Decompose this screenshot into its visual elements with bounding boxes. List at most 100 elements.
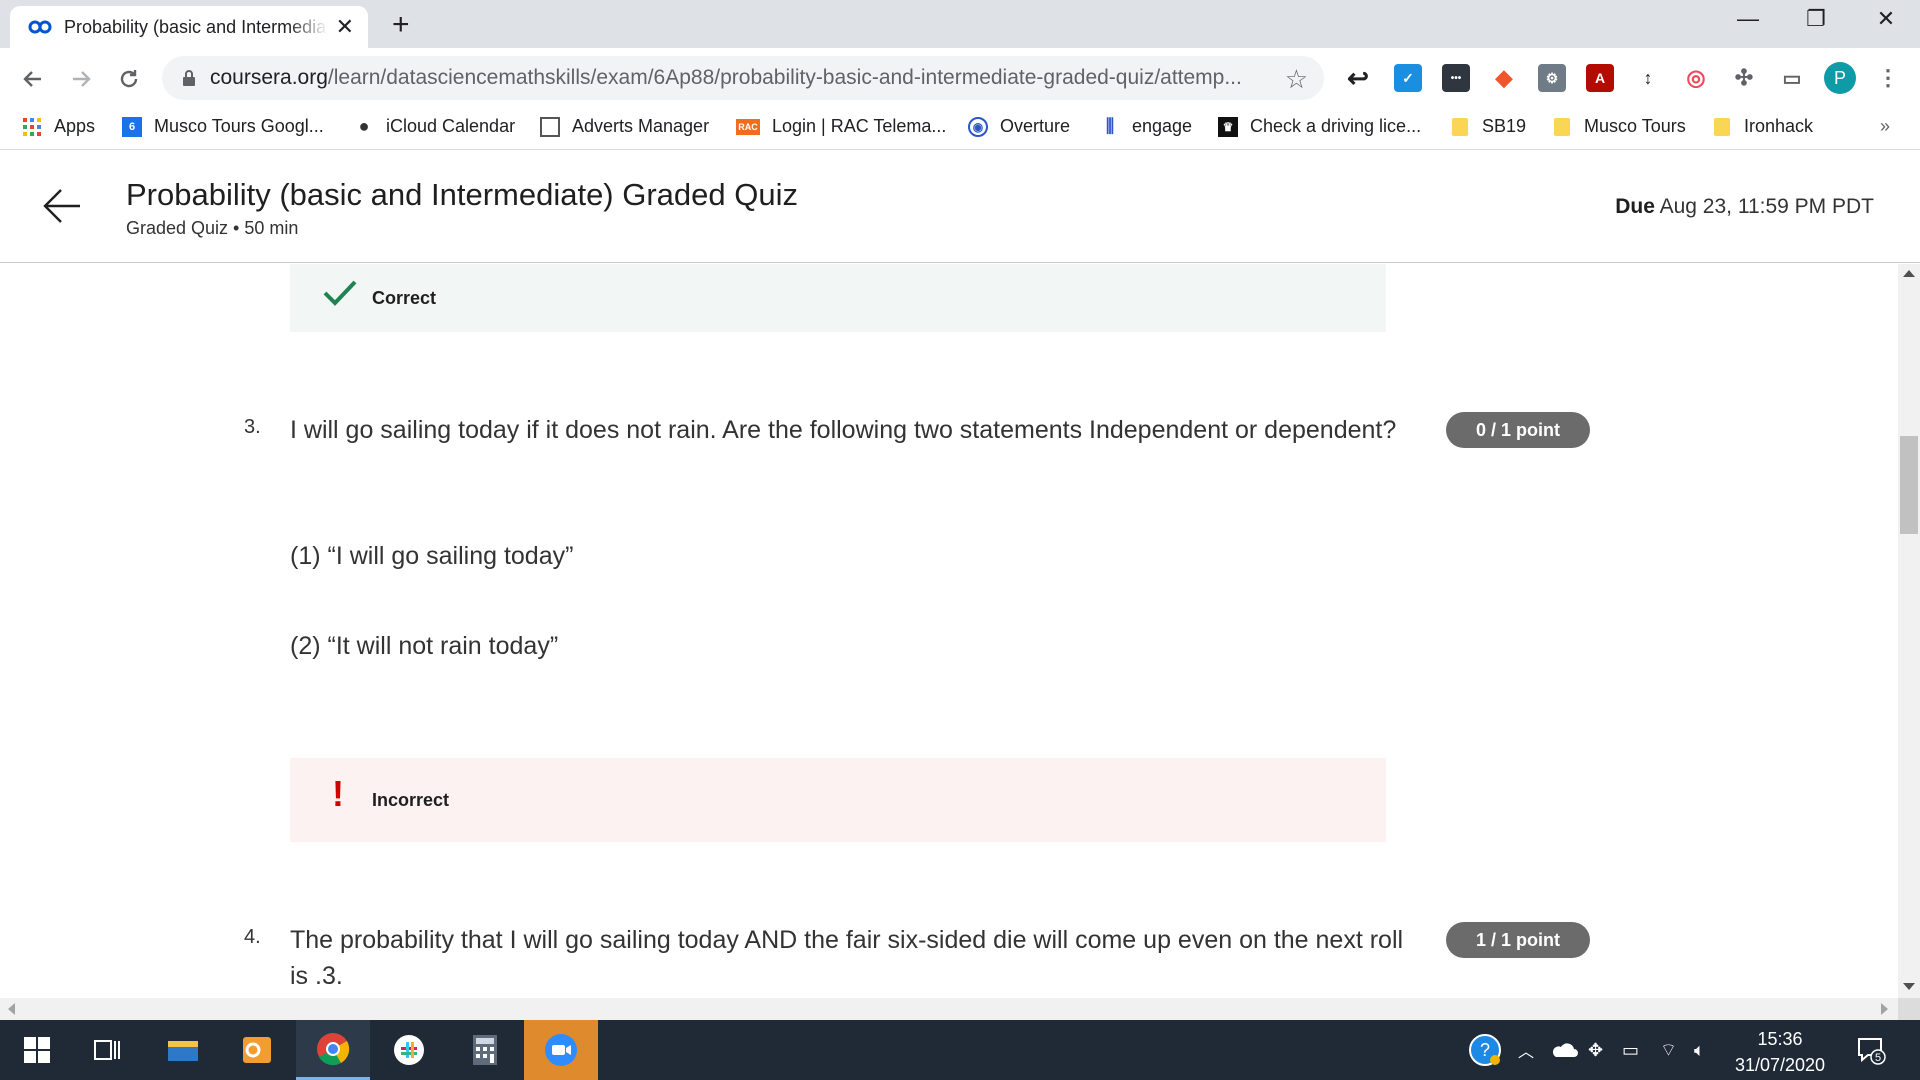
statement-2: (2) “It will not rain today” [290,632,559,660]
due-date: Due Aug 23, 11:59 PM PDT [1615,195,1874,218]
svg-text:?: ? [1480,1040,1490,1060]
wifi-icon[interactable]: ⌔ [1660,1020,1677,1080]
google-calendar-icon: 6 [122,116,142,137]
bookmark-adverts-manager[interactable]: Adverts Manager [540,116,709,137]
tab-strip: Probability (basic and Intermediate) Gra… [0,0,1920,48]
more-bookmarks-icon[interactable]: » [1880,116,1890,137]
action-center-icon[interactable]: 5 [1856,1020,1886,1080]
menu-kebab-icon[interactable]: ⋮ [1874,64,1902,92]
cast-icon[interactable]: ▭ [1778,64,1806,92]
rac-logo-icon: RAC [736,118,760,135]
dropbox-icon[interactable]: ✥ [1588,1020,1603,1080]
forward-icon[interactable] [66,64,96,94]
feedback-label: Correct [372,287,437,308]
task-view-icon[interactable] [70,1020,144,1080]
file-explorer-icon[interactable] [146,1020,220,1080]
scroll-up-icon[interactable] [1903,270,1915,277]
windows-taskbar: ? ︿ ✥ ▭ ⌔ 🔈︎ 15:36 31/07/2020 5 [0,1020,1920,1080]
lock-icon [183,70,195,86]
scroll-corner [1898,998,1920,1020]
taskbar-clock[interactable]: 15:36 31/07/2020 [1720,1026,1840,1078]
points-badge: 1 / 1 point [1446,922,1590,958]
outlook-icon[interactable] [220,1020,294,1080]
folder-icon [1714,117,1730,136]
sort-extension-icon[interactable]: ↕ [1634,64,1662,92]
vertical-scrollbar[interactable] [1898,264,1920,998]
minimize-icon[interactable]: — [1728,6,1768,32]
apps-grid-icon [23,117,41,136]
pdf-extension-icon[interactable]: A [1586,64,1614,92]
horizontal-scrollbar[interactable] [0,998,1898,1020]
address-bar[interactable]: coursera.org/learn/datasciencemathskills… [162,56,1324,100]
engage-icon: ⫼ [1105,116,1115,136]
bookmark-musco-tours-google[interactable]: 6 Musco Tours Googl... [122,116,324,137]
volume-icon[interactable]: 🔈︎ [1694,1020,1705,1080]
bookmarks-bar: Apps 6 Musco Tours Googl... ● iCloud Cal… [0,108,1920,150]
battery-icon[interactable]: ▭ [1622,1020,1639,1080]
bookmark-engage[interactable]: ⫼ engage [1100,116,1192,137]
checkmark-icon [323,280,357,306]
bookmark-folder-musco-tours[interactable]: Musco Tours [1554,116,1686,137]
hubspot-extension-icon[interactable]: ⚙ [1538,64,1566,92]
question-number: 3. [244,416,261,438]
onedrive-icon[interactable] [1550,1020,1578,1080]
tab-close-icon[interactable]: ✕ [336,14,354,40]
puzzle-extensions-icon[interactable]: ✣ [1730,64,1758,92]
bookmark-rac-login[interactable]: RAC Login | RAC Telema... [736,116,946,137]
close-window-icon[interactable]: ✕ [1866,6,1906,32]
question-text: The probability that I will go sailing t… [290,926,1404,990]
browser-tab[interactable]: Probability (basic and Intermediate) Gra… [10,6,368,48]
chrome-icon[interactable] [296,1020,370,1080]
calculator-icon[interactable] [448,1020,522,1080]
profile-avatar[interactable]: P [1824,62,1856,94]
folder-icon [1452,117,1468,136]
feedback-label: Incorrect [372,789,450,810]
bookmark-overture[interactable]: ◉ Overture [968,116,1070,137]
fox-extension-icon[interactable]: ◆ [1490,64,1518,92]
question-number: 4. [244,926,261,948]
bookmark-driving-licence[interactable]: ♛ Check a driving lice... [1218,116,1421,137]
scroll-right-icon[interactable] [1881,1003,1888,1015]
new-tab-icon[interactable]: + [392,8,410,42]
scroll-left-icon[interactable] [8,1003,15,1015]
correct-feedback-banner: Correct [290,264,1386,332]
back-arrow-icon[interactable] [42,187,82,225]
spiral-extension-icon[interactable]: ◎ [1682,64,1710,92]
question-text: I will go sailing today if it does not r… [290,416,1397,444]
quiz-meta: Graded Quiz • 50 min [126,218,299,238]
reply-extension-icon[interactable]: ↩ [1344,63,1372,93]
notification-count: 5 [1875,1052,1881,1064]
page-title: Probability (basic and Intermediate) Gra… [126,177,798,212]
show-hidden-icons-icon[interactable]: ︿ [1518,1020,1534,1080]
bookmark-folder-ironhack[interactable]: Ironhack [1714,116,1813,137]
zoom-icon[interactable] [524,1020,598,1080]
apple-icon: ● [358,116,370,136]
tab-title: Probability (basic and Intermediate) Gra… [64,16,328,37]
scroll-down-icon[interactable] [1903,983,1915,990]
windows-start-icon[interactable] [0,1020,74,1080]
adverts-icon [540,116,560,137]
gov-crown-icon: ♛ [1218,116,1238,137]
back-icon[interactable] [18,64,48,94]
quiz-header: Probability (basic and Intermediate) Gra… [0,151,1920,263]
reload-icon[interactable] [114,64,144,94]
statement-1: (1) “I will go sailing today” [290,542,574,570]
points-badge: 0 / 1 point [1446,412,1590,448]
coursera-logo-icon [28,20,52,34]
help-tray-icon[interactable]: ? [1468,1020,1502,1080]
overture-icon: ◉ [968,116,988,137]
scroll-thumb[interactable] [1900,436,1918,534]
slack-icon[interactable] [372,1020,446,1080]
exclamation-icon: ! [332,773,344,814]
browser-toolbar: coursera.org/learn/datasciencemathskills… [0,48,1920,108]
bookmark-icloud-calendar[interactable]: ● iCloud Calendar [354,116,516,137]
bookmark-apps[interactable]: Apps [22,116,95,137]
quiz-content: Correct 3. I will go sailing today if it… [0,264,1898,998]
bookmark-folder-sb19[interactable]: SB19 [1452,116,1526,137]
checkbox-extension-icon[interactable]: ✓ [1394,64,1422,92]
dots-extension-icon[interactable]: ••• [1442,64,1470,92]
folder-icon [1554,117,1570,136]
bookmark-star-icon[interactable]: ☆ [1285,64,1308,95]
restore-icon[interactable]: ❐ [1796,6,1836,32]
url-text: coursera.org/learn/datasciencemathskills… [210,66,1242,89]
